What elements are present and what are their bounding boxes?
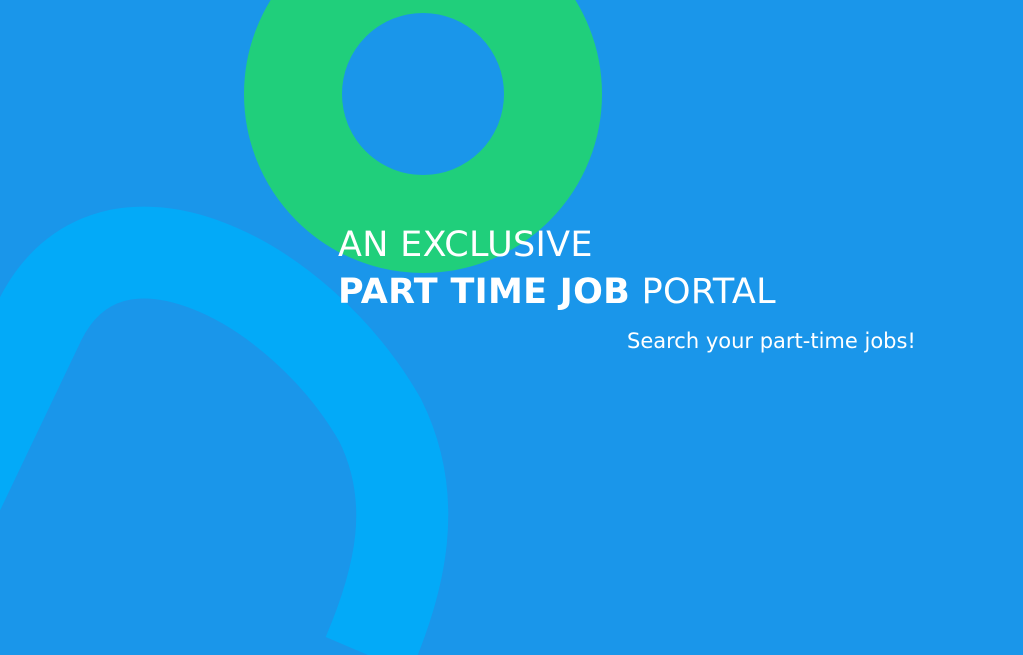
headline-line-2: PART TIME JOB PORTAL <box>338 269 776 316</box>
hero-headline: AN EXCLUSIVE PART TIME JOB PORTAL <box>338 222 776 316</box>
hero-banner: AN EXCLUSIVE PART TIME JOB PORTAL Search… <box>0 0 1023 655</box>
headline-line-1: AN EXCLUSIVE <box>338 225 593 265</box>
headline-suffix: PORTAL <box>630 272 776 312</box>
headline-emphasis: PART TIME JOB <box>338 272 631 312</box>
hero-tagline: Search your part-time jobs! <box>627 329 916 353</box>
